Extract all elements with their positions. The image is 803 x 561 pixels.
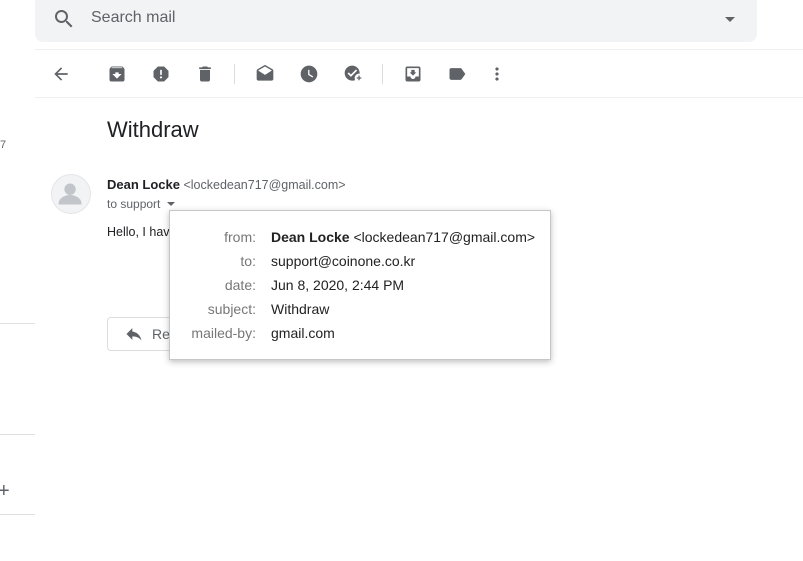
details-date-label: date: — [224, 277, 256, 293]
recipient-summary: to support — [107, 197, 161, 211]
show-details-icon[interactable] — [164, 197, 178, 211]
snooze-icon[interactable] — [297, 62, 321, 86]
search-options-dropdown-icon[interactable] — [718, 7, 742, 31]
sender-name[interactable]: Dean Locke — [107, 177, 180, 192]
message-details-popup: from: Dean Locke <lockedean717@gmail.com… — [169, 210, 551, 360]
more-vert-icon[interactable] — [485, 62, 509, 86]
details-mailedby-label: mailed-by: — [191, 325, 256, 341]
toolbar-divider — [35, 97, 803, 98]
details-from-email: <lockedean717@gmail.com> — [353, 229, 536, 245]
search-input[interactable] — [91, 7, 691, 29]
sender-line: Dean Locke <lockedean717@gmail.com> — [107, 177, 346, 192]
header-divider — [35, 49, 803, 50]
email-subject: Withdraw — [107, 117, 199, 142]
back-arrow-icon[interactable] — [49, 62, 73, 86]
mark-unread-icon[interactable] — [253, 62, 277, 86]
report-spam-icon[interactable] — [149, 62, 173, 86]
email-body-preview: Hello, I hav — [107, 225, 170, 239]
details-from-value: Dean Locke <lockedean717@gmail.com> — [271, 229, 535, 245]
reply-icon — [124, 324, 144, 344]
left-nav-count: 7 — [0, 139, 7, 151]
reply-label: Re — [152, 326, 170, 342]
details-to-value: support@coinone.co.kr — [271, 253, 416, 269]
details-subject-label: subject: — [207, 301, 256, 317]
delete-icon[interactable] — [193, 62, 217, 86]
left-nav-divider — [0, 434, 35, 435]
label-icon[interactable] — [445, 62, 469, 86]
left-nav-divider — [0, 514, 35, 515]
toolbar-separator — [382, 64, 383, 84]
add-to-tasks-icon[interactable] — [341, 62, 365, 86]
recipient-line: to support — [107, 197, 178, 211]
details-subject-value: Withdraw — [271, 301, 330, 317]
left-nav-divider — [0, 323, 35, 324]
details-date-value: Jun 8, 2020, 2:44 PM — [271, 277, 405, 293]
details-from-label: from: — [224, 229, 256, 245]
details-to-label: to: — [240, 253, 256, 269]
add-label-button[interactable]: + — [0, 479, 10, 503]
details-mailedby-value: gmail.com — [271, 325, 335, 341]
search-bar — [35, 0, 757, 42]
move-to-icon[interactable] — [401, 62, 425, 86]
toolbar-separator — [234, 64, 235, 84]
sender-email: <lockedean717@gmail.com> — [183, 178, 346, 192]
sender-avatar[interactable] — [51, 174, 91, 214]
archive-icon[interactable] — [105, 62, 129, 86]
search-icon[interactable] — [52, 7, 76, 31]
details-from-name: Dean Locke — [271, 229, 350, 245]
person-icon — [58, 183, 82, 205]
